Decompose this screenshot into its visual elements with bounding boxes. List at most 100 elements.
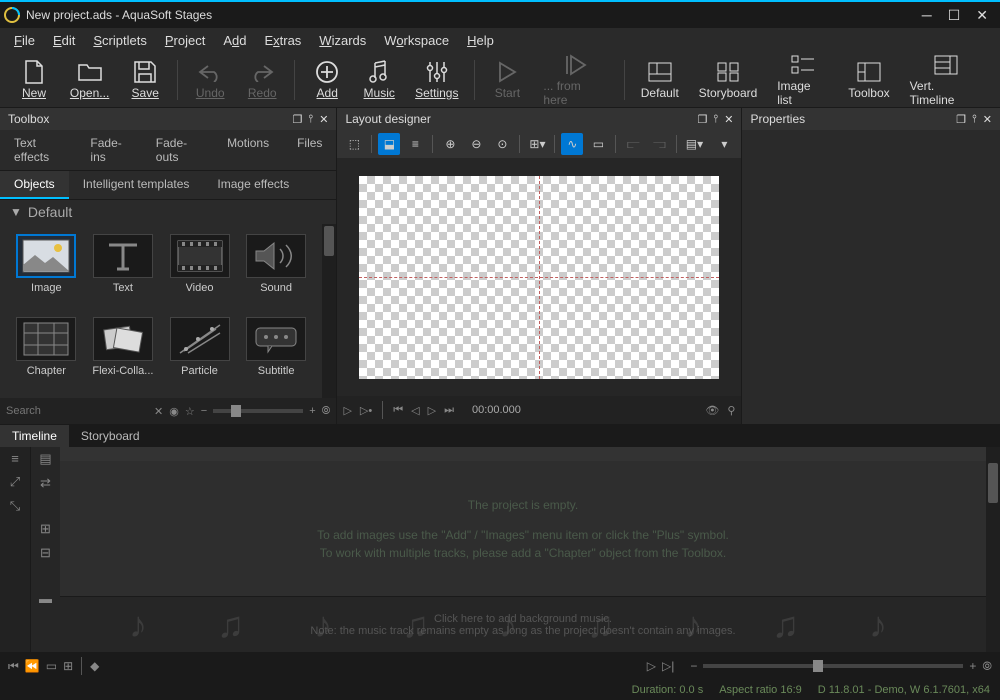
panel-pin-icon[interactable]: ⫯ (972, 113, 977, 126)
obj-sound[interactable]: Sound (240, 230, 313, 309)
panel-restore-icon[interactable]: ❐ (956, 113, 966, 126)
tl-fit-icon[interactable]: ⤢ (10, 474, 20, 490)
curve-tool-icon[interactable]: ∿ (561, 133, 583, 155)
timeline-scrollbar[interactable] (986, 447, 1000, 652)
play-here-icon[interactable]: ▷• (360, 404, 372, 417)
clear-icon[interactable]: ✕ (154, 405, 163, 418)
toolbar-redo[interactable]: Redo (242, 58, 282, 102)
toolbox-group-header[interactable]: ▼Default (0, 200, 336, 224)
toolbar-new[interactable]: New (14, 58, 54, 102)
tab-storyboard[interactable]: Storyboard (69, 425, 152, 447)
obj-video[interactable]: Video (163, 230, 236, 309)
zoom-minus-icon[interactable]: − (201, 405, 207, 417)
tab-image-effects[interactable]: Image effects (203, 171, 303, 199)
tt-zoom-fit-icon[interactable]: ⦾ (982, 659, 992, 674)
menu-project[interactable]: Project (165, 33, 205, 48)
menu-scriptlets[interactable]: Scriptlets (93, 33, 146, 48)
panel-restore-icon[interactable]: ❐ (293, 113, 303, 126)
toolbar-imagelist[interactable]: Image list (773, 51, 832, 109)
tt-zoom-in-icon[interactable]: + (969, 659, 976, 673)
selection-mode-icon[interactable]: ⬓ (378, 133, 400, 155)
timeline-empty[interactable]: The project is empty. To add images use … (60, 461, 986, 596)
menu-add[interactable]: Add (223, 33, 246, 48)
panel-pin-icon[interactable]: ⫯ (713, 113, 718, 126)
close-button[interactable]: ✕ (976, 7, 988, 24)
tl-add-track-icon[interactable]: ⊞ (40, 521, 51, 537)
toolbox-scrollbar[interactable] (322, 224, 336, 398)
menu-extras[interactable]: Extras (264, 33, 301, 48)
layers-icon[interactable]: ▤▾ (683, 133, 705, 155)
panel-close-icon[interactable]: ✕ (724, 113, 733, 126)
toolbar-storyboard[interactable]: Storyboard (695, 58, 761, 102)
minimize-button[interactable]: ─ (922, 7, 932, 24)
view-mode-icon[interactable]: 👁 (705, 404, 719, 417)
toolbar-music[interactable]: Music (359, 58, 399, 102)
maximize-button[interactable]: ☐ (948, 7, 961, 24)
tt-marker-icon[interactable]: ◆ (90, 659, 99, 673)
align-right-icon[interactable]: ⫎ (648, 133, 670, 155)
tab-text-effects[interactable]: Text effects (0, 130, 76, 170)
tl-header-icon[interactable]: ▬ (39, 591, 52, 606)
obj-text[interactable]: Text (87, 230, 160, 309)
tt-play-icon[interactable]: ▷ (647, 659, 656, 673)
toolbox-search-input[interactable] (6, 405, 148, 417)
tl-tracks-icon[interactable]: ▤ (39, 451, 51, 467)
zoom-fit-icon[interactable]: ⊙ (491, 133, 513, 155)
menu-workspace[interactable]: Workspace (384, 33, 449, 48)
menu-edit[interactable]: Edit (53, 33, 75, 48)
last-icon[interactable]: ⏭ (444, 404, 454, 417)
tl-collapse-icon[interactable]: ⤡ (10, 498, 20, 514)
toolbar-fromhere[interactable]: ... from here (539, 51, 611, 109)
zoom-out-icon[interactable]: ⊖ (465, 133, 487, 155)
tab-objects[interactable]: Objects (0, 171, 69, 199)
toolbar-save[interactable]: Save (125, 58, 165, 102)
first-icon[interactable]: ⏮ (393, 404, 403, 417)
toolbar-undo[interactable]: Undo (190, 58, 230, 102)
tt-grid-icon[interactable]: ⊞ (63, 659, 73, 673)
panel-close-icon[interactable]: ✕ (319, 113, 328, 126)
play-icon[interactable]: ▷ (343, 404, 351, 417)
tab-fade-ins[interactable]: Fade-ins (76, 130, 141, 170)
list-mode-icon[interactable]: ≡ (404, 133, 426, 155)
obj-subtitle[interactable]: Subtitle (240, 313, 313, 392)
tab-intelligent-templates[interactable]: Intelligent templates (69, 171, 204, 199)
canvas[interactable] (359, 176, 719, 379)
more-icon[interactable]: ▾ (713, 133, 735, 155)
tab-files[interactable]: Files (283, 130, 336, 170)
link-icon[interactable]: ⚲ (727, 404, 735, 417)
toolbar-add[interactable]: Add (307, 58, 347, 102)
timeline-ruler[interactable] (60, 447, 986, 461)
tt-range-icon[interactable]: ▭ (46, 659, 57, 673)
select-tool-icon[interactable]: ⬚ (343, 133, 365, 155)
prev-icon[interactable]: ◁ (411, 404, 419, 417)
camera-tool-icon[interactable]: ▭ (587, 133, 609, 155)
toolbar-toolbox[interactable]: Toolbox (844, 58, 893, 102)
tl-remove-track-icon[interactable]: ⊟ (40, 545, 51, 561)
toolbar-vert-timeline[interactable]: Vert. Timeline (906, 51, 986, 109)
tab-timeline[interactable]: Timeline (0, 425, 69, 447)
star-icon[interactable]: ☆ (185, 405, 195, 418)
grid-icon[interactable]: ⊞▾ (526, 133, 548, 155)
menu-file[interactable]: File (14, 33, 35, 48)
zoom-plus-icon[interactable]: + (309, 405, 315, 417)
tab-motions[interactable]: Motions (213, 130, 283, 170)
toolbar-default[interactable]: Default (637, 58, 683, 102)
obj-flexi-collage[interactable]: Flexi-Colla... (87, 313, 160, 392)
zoom-in-icon[interactable]: ⊕ (439, 133, 461, 155)
panel-close-icon[interactable]: ✕ (983, 113, 992, 126)
eye-icon[interactable]: ◉ (169, 405, 179, 418)
timeline-music-track[interactable]: ♪ ♫ ♪ ♫ ♪ ♫ ♪ ♫ ♪ Click here to add back… (60, 596, 986, 652)
tt-first-icon[interactable]: ⏮ (8, 659, 19, 674)
tt-zoom-out-icon[interactable]: − (690, 659, 697, 673)
panel-pin-icon[interactable]: ⫯ (308, 113, 313, 126)
timeline-zoom-slider[interactable] (703, 664, 963, 668)
next-icon[interactable]: ▷ (428, 404, 436, 417)
menu-wizards[interactable]: Wizards (319, 33, 366, 48)
obj-image[interactable]: Image (10, 230, 83, 309)
toolbar-settings[interactable]: Settings (411, 58, 462, 102)
obj-chapter[interactable]: Chapter (10, 313, 83, 392)
tt-prev-range-icon[interactable]: ⏪ (25, 659, 40, 673)
zoom-fit-icon[interactable]: ⦾ (322, 405, 331, 418)
obj-particle[interactable]: Particle (163, 313, 236, 392)
panel-restore-icon[interactable]: ❐ (698, 113, 708, 126)
